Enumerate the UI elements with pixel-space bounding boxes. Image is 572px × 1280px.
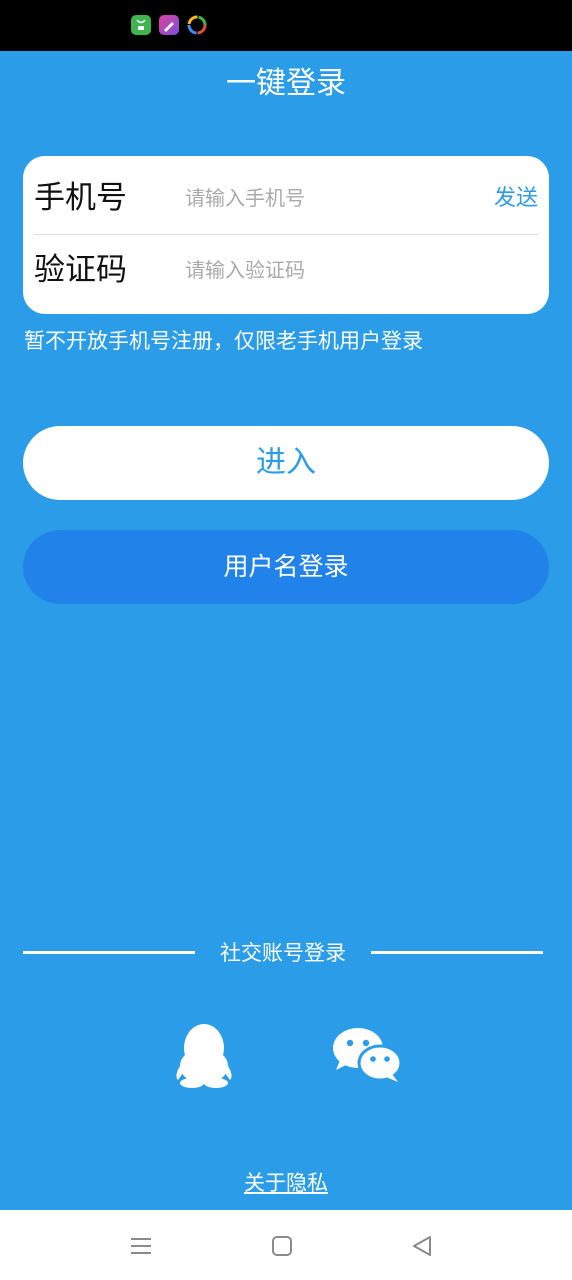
pen-app-icon [159, 15, 179, 35]
qq-icon[interactable] [172, 1022, 236, 1088]
page-title: 一键登录 [226, 66, 346, 101]
privacy-link[interactable]: 关于隐私 [0, 1168, 572, 1198]
status-bar [0, 0, 572, 51]
code-input[interactable] [185, 254, 485, 286]
divider [371, 951, 543, 954]
phone-input[interactable] [185, 182, 485, 214]
send-code-button[interactable]: 发送 [494, 184, 538, 214]
registration-notice: 暂不开放手机号注册，仅限老手机用户登录 [24, 329, 423, 353]
username-login-button[interactable]: 用户名登录 [23, 530, 549, 604]
wechat-icon[interactable] [332, 1028, 403, 1084]
code-row: 验证码 [23, 234, 549, 306]
social-login-label: 社交账号登录 [220, 941, 346, 965]
enter-button[interactable]: 进入 [23, 426, 549, 500]
store-app-icon [131, 15, 151, 35]
phone-row: 手机号 发送 [23, 162, 549, 235]
code-label: 验证码 [34, 252, 127, 288]
back-icon[interactable] [408, 1232, 436, 1260]
system-nav-bar [0, 1210, 572, 1280]
home-icon[interactable] [268, 1232, 296, 1260]
phone-label: 手机号 [34, 180, 127, 216]
divider [23, 951, 195, 954]
login-form-card: 手机号 发送 验证码 [23, 156, 549, 314]
menu-icon[interactable] [127, 1232, 155, 1260]
browser-app-icon [187, 15, 207, 35]
